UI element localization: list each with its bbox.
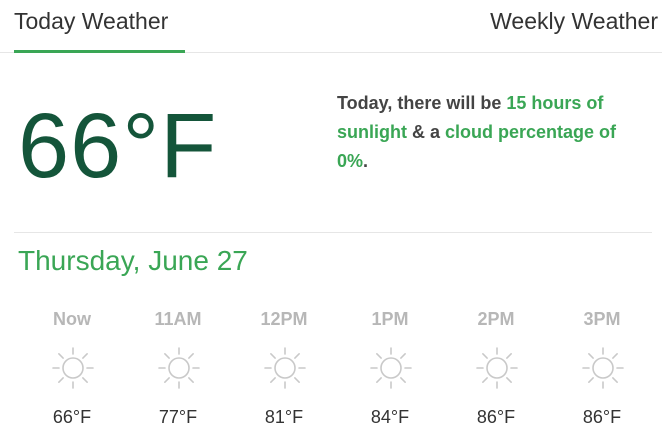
- sun-icon: [369, 346, 413, 390]
- sun-icon: [51, 346, 95, 390]
- sun-icon: [475, 346, 519, 390]
- weather-summary: Today, there will be 15 hours of sunligh…: [337, 89, 647, 176]
- sun-icon: [157, 346, 201, 390]
- hour-label: 3PM: [583, 309, 621, 329]
- sun-icon: [581, 346, 625, 390]
- hour-label: 11AM: [154, 309, 202, 329]
- hour-temperature: 66°F: [52, 407, 92, 427]
- tab-today-weather[interactable]: Today Weather: [14, 8, 168, 35]
- hour-label: 2PM: [477, 309, 515, 329]
- hour-temperature: 86°F: [476, 407, 516, 427]
- forecast-date: Thursday, June 27: [18, 245, 248, 276]
- summary-text-2: & a: [407, 122, 446, 142]
- sun-icon: [263, 346, 307, 390]
- summary-text-3: .: [363, 151, 369, 171]
- hour-item: 1PM 84°F: [337, 306, 443, 432]
- hour-label: Now: [53, 309, 91, 329]
- hour-item: 12PM 81°F: [231, 306, 337, 432]
- weather-widget: Today Weather Weekly Weather 66°F Today,…: [0, 0, 662, 436]
- hour-temperature: 81°F: [264, 407, 304, 427]
- hourly-forecast: Now 66°F 11AM 77°F 12PM 81°F 1PM 84°F 2P…: [19, 306, 655, 432]
- tab-weekly-weather[interactable]: Weekly Weather: [490, 8, 658, 35]
- hour-item: 11AM 77°F: [125, 306, 231, 432]
- tab-bar: Today Weather Weekly Weather: [0, 0, 662, 53]
- hour-item: 2PM 86°F: [443, 306, 549, 432]
- section-divider: [14, 232, 652, 233]
- active-tab-indicator: [14, 50, 185, 53]
- hour-temperature: 77°F: [158, 407, 198, 427]
- hour-label: 1PM: [371, 309, 409, 329]
- hour-label: 12PM: [260, 309, 308, 329]
- current-temperature: 66°F: [18, 95, 218, 197]
- summary-text-1: Today, there will be: [337, 93, 507, 113]
- hour-temperature: 84°F: [370, 407, 410, 427]
- hour-item: Now 66°F: [19, 306, 125, 432]
- hour-temperature: 86°F: [582, 407, 622, 427]
- hour-item: 3PM 86°F: [549, 306, 655, 432]
